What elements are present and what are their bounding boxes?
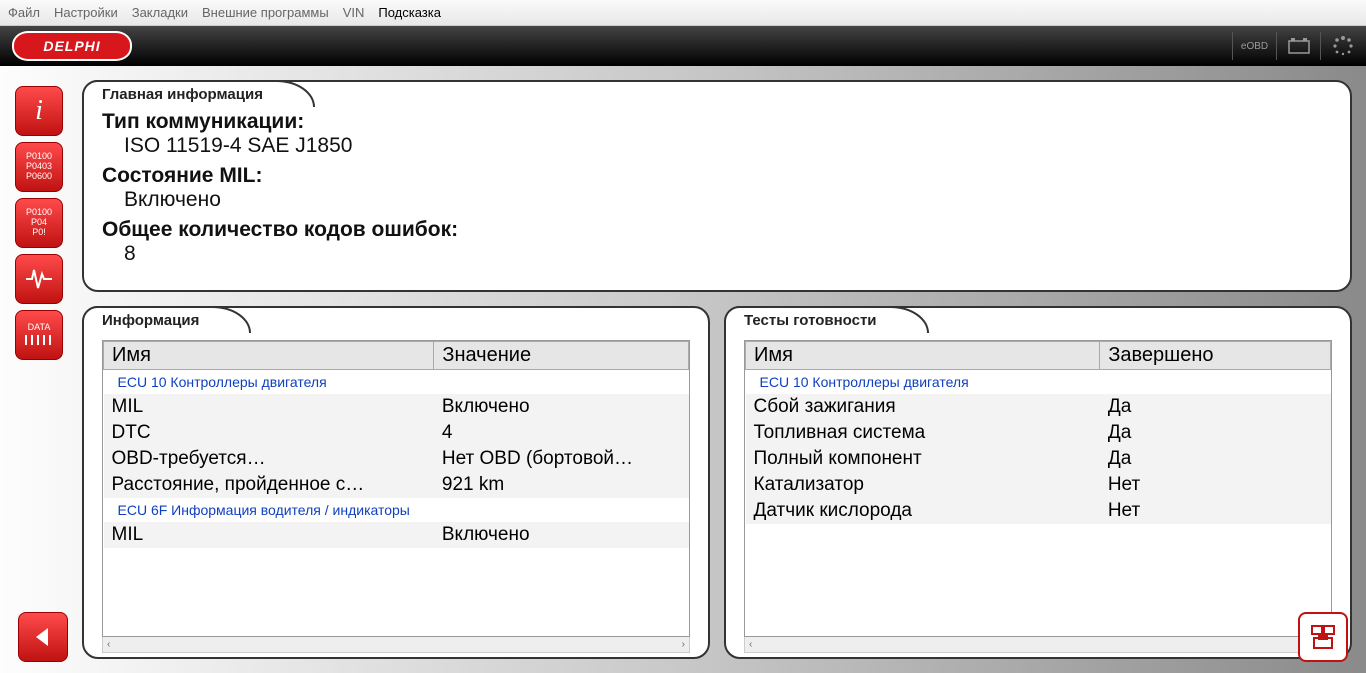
panel-main-info-body: Тип коммуникации: ISO 11519-4 SAE J1850 …	[102, 94, 1332, 266]
panel-information: Информация Имя Значение ECU 10 Контролле…	[82, 306, 710, 659]
table-row[interactable]: Датчик кислородаНет	[746, 498, 1331, 524]
panel-main-info: Главная информация Тип коммуникации: ISO…	[82, 80, 1352, 292]
comm-type-label: Тип коммуникации:	[102, 110, 1332, 134]
two-column: Информация Имя Значение ECU 10 Контролле…	[82, 306, 1352, 659]
table-row[interactable]: Расстояние, пройденное с…921 km	[104, 472, 689, 498]
info-table-scroll[interactable]: Имя Значение ECU 10 Контроллеры двигател…	[102, 340, 690, 637]
table-header-row: Имя Завершено	[746, 342, 1331, 370]
main: i P0100 P0403 P0600 P0100 P04 P0! DATA Г…	[0, 66, 1366, 673]
mil-state-label: Состояние MIL:	[102, 164, 1332, 188]
sidebar-info-button[interactable]: i	[15, 86, 63, 136]
sidebar-codes2-button[interactable]: P0100 P04 P0!	[15, 198, 63, 248]
table-row[interactable]: Топливная системаДа	[746, 420, 1331, 446]
info-header-name[interactable]: Имя	[104, 342, 434, 370]
battery-icon[interactable]	[1276, 32, 1310, 60]
table-row[interactable]: КатализаторНет	[746, 472, 1331, 498]
info-table: Имя Значение ECU 10 Контроллеры двигател…	[103, 341, 689, 548]
table-row[interactable]: DTC4	[104, 420, 689, 446]
panel-information-title: Информация	[82, 306, 251, 333]
topbar: DELPHI eOBD	[0, 26, 1366, 66]
eobd-button[interactable]: eOBD	[1232, 32, 1266, 60]
readiness-table: Имя Завершено ECU 10 Контроллеры двигате…	[745, 341, 1331, 524]
sidebar-live-button[interactable]	[15, 254, 63, 304]
dtc-count-value: 8	[102, 242, 1332, 266]
table-row[interactable]: MILВключено	[104, 522, 689, 548]
panel-readiness: Тесты готовности Имя Завершено ECU 10 Ко…	[724, 306, 1352, 659]
table-row[interactable]: Сбой зажиганияДа	[746, 394, 1331, 420]
sidebar: i P0100 P0403 P0600 P0100 P04 P0! DATA	[0, 66, 78, 673]
menubar: Файл Настройки Закладки Внешние программ…	[0, 0, 1366, 26]
menu-file[interactable]: Файл	[8, 5, 40, 20]
back-button[interactable]	[18, 612, 68, 662]
table-row[interactable]: MILВключено	[104, 394, 689, 420]
table-header-row: Имя Значение	[104, 342, 689, 370]
table-row[interactable]: Полный компонентДа	[746, 446, 1331, 472]
sidebar-data-button[interactable]: DATA	[15, 310, 63, 360]
content: Главная информация Тип коммуникации: ISO…	[78, 66, 1366, 673]
info-header-value[interactable]: Значение	[434, 342, 689, 370]
info-hscroll[interactable]: ‹›	[102, 637, 690, 653]
loading-icon[interactable]	[1320, 32, 1354, 60]
readiness-hscroll[interactable]: ‹›	[744, 637, 1332, 653]
topbar-right: eOBD	[1232, 32, 1354, 60]
brand-logo: DELPHI	[12, 31, 132, 61]
table-row[interactable]: OBD-требуется…Нет OBD (бортовой…	[104, 446, 689, 472]
readiness-table-scroll[interactable]: Имя Завершено ECU 10 Контроллеры двигате…	[744, 340, 1332, 637]
menu-help[interactable]: Подсказка	[378, 5, 441, 20]
readiness-header-done[interactable]: Завершено	[1100, 342, 1331, 370]
sidebar-codes-button[interactable]: P0100 P0403 P0600	[15, 142, 63, 192]
table-group-row: ECU 10 Контроллеры двигателя	[104, 370, 689, 395]
dtc-count-label: Общее количество кодов ошибок:	[102, 218, 1332, 242]
panel-main-info-title: Главная информация	[82, 80, 315, 107]
print-button[interactable]	[1298, 612, 1348, 662]
panel-readiness-title: Тесты готовности	[724, 306, 929, 333]
menu-bookmarks[interactable]: Закладки	[132, 5, 188, 20]
menu-external[interactable]: Внешние программы	[202, 5, 329, 20]
table-group-row: ECU 10 Контроллеры двигателя	[746, 370, 1331, 395]
mil-state-value: Включено	[102, 188, 1332, 212]
comm-type-value: ISO 11519-4 SAE J1850	[102, 134, 1332, 158]
table-group-row: ECU 6F Информация водителя / индикаторы	[104, 498, 689, 522]
readiness-header-name[interactable]: Имя	[746, 342, 1100, 370]
menu-settings[interactable]: Настройки	[54, 5, 118, 20]
menu-vin[interactable]: VIN	[343, 5, 365, 20]
